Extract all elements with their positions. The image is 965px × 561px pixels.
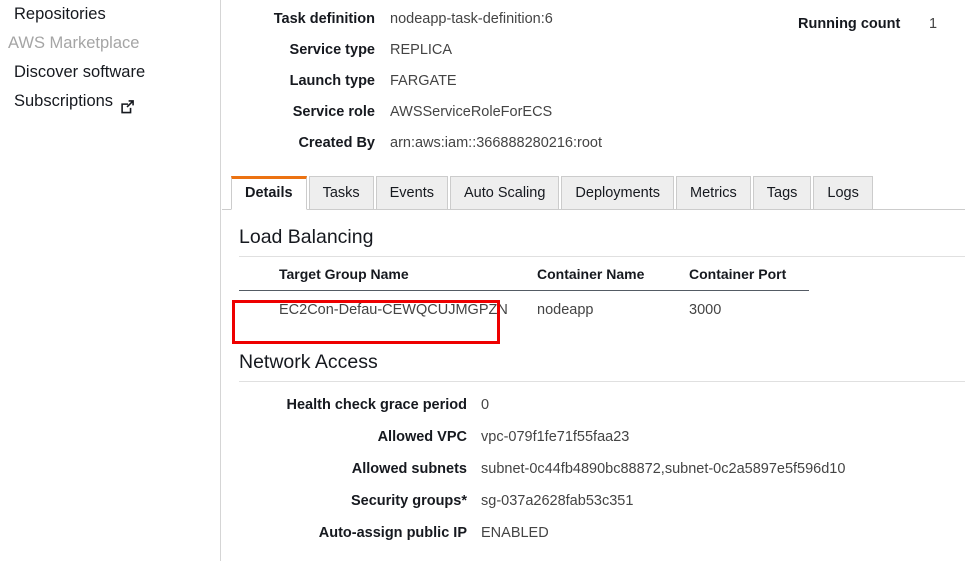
column-header-container-name: Container Name xyxy=(537,266,645,282)
tab-label: Events xyxy=(389,185,434,201)
tab-label: Tasks xyxy=(322,185,360,201)
sidebar-item-label: Subscriptions xyxy=(14,92,114,110)
task-definition-link[interactable]: nodeapp-task-definition:6 xyxy=(390,8,553,30)
detail-row-security-groups: Security groups* sg-037a2628fab53c351 xyxy=(222,490,965,522)
tab-metrics[interactable]: Metrics xyxy=(676,176,751,210)
allowed-subnets-link[interactable]: subnet-0c44fb4890bc88872,subnet-0c2a5897… xyxy=(481,458,845,480)
tab-bar: Details Tasks Events Auto Scaling Deploy… xyxy=(222,176,965,210)
allowed-vpc-link[interactable]: vpc-079f1fe71f55faa23 xyxy=(481,426,629,448)
detail-label: Auto-assign public IP xyxy=(318,525,467,541)
detail-label: Service role xyxy=(292,104,375,120)
detail-value: AWSServiceRoleForECS xyxy=(390,104,553,120)
detail-label: Allowed VPC xyxy=(377,429,467,445)
tab-deployments[interactable]: Deployments xyxy=(561,176,675,210)
load-balancing-heading: Load Balancing xyxy=(239,226,374,248)
detail-value: FARGATE xyxy=(390,73,457,89)
sidebar-item-label: Discover software xyxy=(14,63,146,81)
detail-row-created-by: Created By arn:aws:iam::366888280216:roo… xyxy=(222,132,965,163)
service-detail-panel: Task definition nodeapp-task-definition:… xyxy=(222,0,965,561)
detail-row-allowed-subnets: Allowed subnets subnet-0c44fb4890bc88872… xyxy=(222,458,965,490)
tab-label: Logs xyxy=(827,185,859,201)
tab-tags[interactable]: Tags xyxy=(752,176,812,210)
target-group-link[interactable]: EC2Con-Defau-CEWQCUJMGPZN xyxy=(279,302,508,318)
running-count-value: 1 xyxy=(929,16,938,32)
detail-row-service-type: Service type REPLICA xyxy=(222,39,965,70)
security-groups-link[interactable]: sg-037a2628fab53c351 xyxy=(481,490,633,512)
detail-value: 0 xyxy=(481,397,490,413)
container-name-value: nodeapp xyxy=(537,302,594,318)
detail-label: Service type xyxy=(289,42,375,58)
tab-label: Details xyxy=(245,185,293,201)
network-access-heading: Network Access xyxy=(239,351,378,373)
detail-row-launch-type: Launch type FARGATE xyxy=(222,70,965,101)
external-link-icon xyxy=(120,95,135,114)
detail-value: REPLICA xyxy=(390,42,453,58)
tab-label: Deployments xyxy=(575,185,661,201)
detail-row-auto-assign-public-ip: Auto-assign public IP ENABLED xyxy=(222,522,965,554)
sidebar-section-aws-marketplace: AWS Marketplace xyxy=(0,29,220,58)
network-access-list: Health check grace period 0 Allowed VPC … xyxy=(222,394,965,554)
detail-label: Security groups* xyxy=(350,493,467,509)
detail-value: arn:aws:iam::366888280216:root xyxy=(390,135,603,151)
detail-label: Launch type xyxy=(289,73,375,89)
tab-label: Tags xyxy=(766,185,798,201)
running-count-label: Running count xyxy=(798,16,901,32)
tab-auto-scaling[interactable]: Auto Scaling xyxy=(449,176,560,210)
detail-row-service-role: Service role AWSServiceRoleForECS xyxy=(222,101,965,132)
column-header-container-port: Container Port xyxy=(689,266,787,282)
column-header-target-group-name: Target Group Name xyxy=(279,266,409,282)
tab-label: Metrics xyxy=(690,185,737,201)
sidebar-item-repositories[interactable]: Repositories xyxy=(0,0,220,29)
tab-details[interactable]: Details xyxy=(231,176,307,210)
detail-row-allowed-vpc: Allowed VPC vpc-079f1fe71f55faa23 xyxy=(222,426,965,458)
sidebar-item-subscriptions[interactable]: Subscriptions xyxy=(0,87,220,116)
detail-label: Health check grace period xyxy=(286,397,467,413)
detail-value: ENABLED xyxy=(481,525,549,541)
tab-logs[interactable]: Logs xyxy=(813,176,873,210)
sidebar-section-label: AWS Marketplace xyxy=(8,34,140,52)
tab-events[interactable]: Events xyxy=(375,176,448,210)
table-header-rule xyxy=(239,290,809,291)
detail-row-health-check-grace-period: Health check grace period 0 xyxy=(222,394,965,426)
service-summary: Task definition nodeapp-task-definition:… xyxy=(222,8,965,163)
sidebar-item-discover-software[interactable]: Discover software xyxy=(0,58,220,87)
container-port-value: 3000 xyxy=(689,302,722,318)
sidebar: Repositories AWS Marketplace Discover so… xyxy=(0,0,221,561)
detail-label: Allowed subnets xyxy=(351,461,467,477)
tab-label: Auto Scaling xyxy=(463,185,546,201)
detail-label: Created By xyxy=(298,135,375,151)
load-balancing-divider xyxy=(239,256,965,257)
detail-label: Task definition xyxy=(273,11,375,27)
tab-tasks[interactable]: Tasks xyxy=(308,176,374,210)
network-access-divider xyxy=(239,381,965,382)
sidebar-item-label: Repositories xyxy=(14,5,106,23)
